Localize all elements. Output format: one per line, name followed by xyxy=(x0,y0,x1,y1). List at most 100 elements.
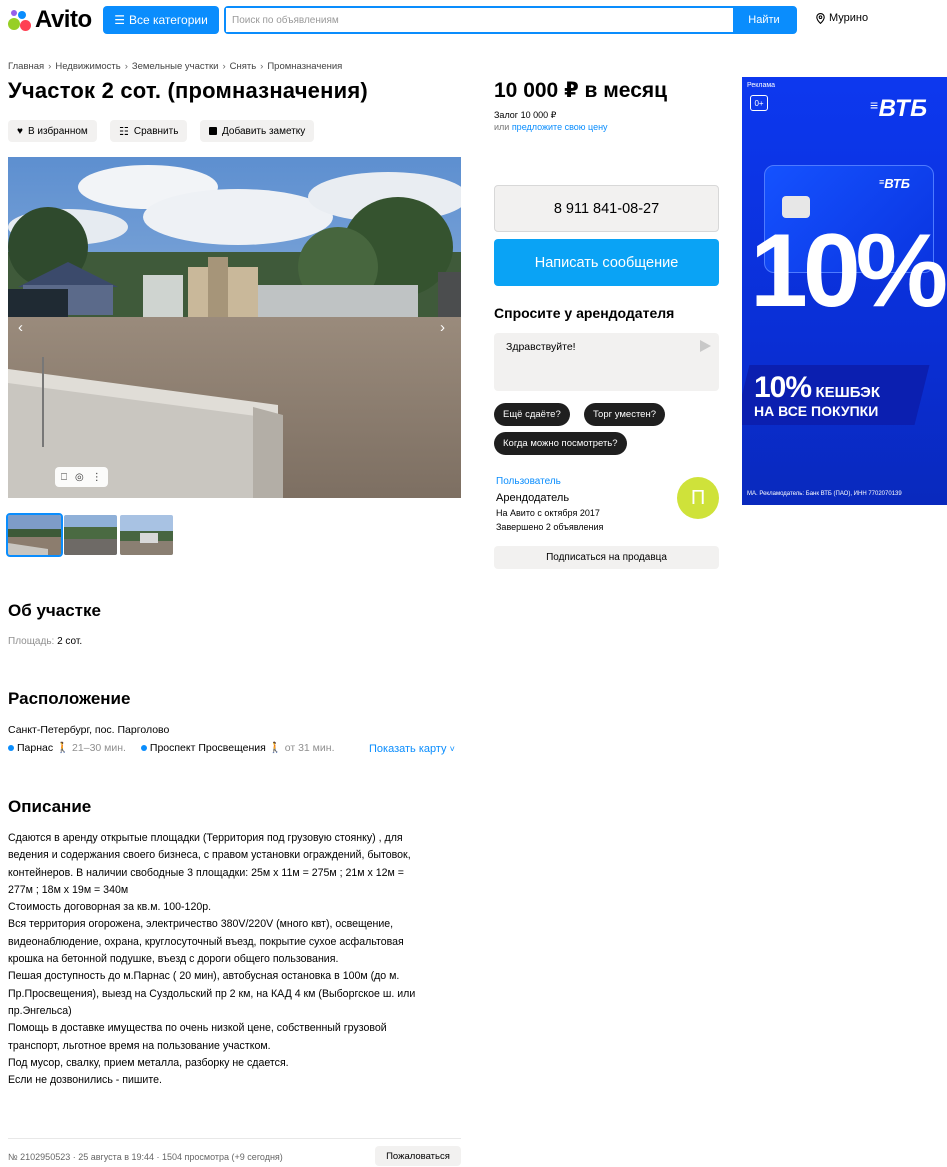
offer-row: или предложите свою цену xyxy=(494,122,608,132)
breadcrumb-item[interactable]: Снять xyxy=(230,61,257,72)
area-row: Площадь: 2 сот. xyxy=(8,636,82,647)
breadcrumb-item[interactable]: Промназначения xyxy=(267,61,342,72)
description-line: Помощь в доставке имущества по очень низ… xyxy=(8,1022,387,1035)
ad-banner[interactable]: Реклама 0+ ≡ВТБ ≡ВТБ 10% 10% КЕШБЭК НА В… xyxy=(742,77,947,505)
ad-brand-logo: ≡ВТБ xyxy=(870,95,928,123)
ad-big-percent: 10% xyxy=(750,213,947,329)
logo-text: Avito xyxy=(35,6,92,33)
breadcrumb: Главная › Недвижимость › Земельные участ… xyxy=(8,61,342,72)
metro-time: 21–30 мин. xyxy=(72,742,126,754)
metro-station: Проспект Просвещения xyxy=(149,742,266,754)
seller-since: На Авито с октября 2017 xyxy=(496,508,600,518)
offer-prefix: или xyxy=(494,122,512,132)
compare-label: Сравнить xyxy=(133,125,179,137)
seller-name-link[interactable]: Пользователь xyxy=(496,476,561,487)
show-map-link[interactable]: Показать карту ˅ xyxy=(369,743,455,755)
deposit: Залог 10 000 ₽ xyxy=(494,110,557,120)
ask-seller-box xyxy=(494,333,719,391)
photo-thumbnail[interactable] xyxy=(64,515,117,555)
ad-disclaimer: МА. Рекламодатель: Банк ВТБ (ПАО), ИНН 7… xyxy=(747,491,902,497)
camera-icon[interactable]: ◎ xyxy=(75,472,84,483)
quick-question-chip[interactable]: Когда можно посмотреть? xyxy=(494,432,627,455)
all-categories-button[interactable]: ☰ Все категории xyxy=(103,6,219,34)
ask-seller-heading: Спросите у арендодателя xyxy=(494,305,675,321)
heart-icon: ♥ xyxy=(17,125,23,137)
breadcrumb-separator: › xyxy=(260,61,264,72)
location-pin-icon xyxy=(816,12,825,24)
description-line: Под мусор, свалку, прием металла, разбор… xyxy=(8,1056,289,1069)
note-icon xyxy=(209,127,217,135)
description-text: Сдаются в аренду открытые площадки (Терр… xyxy=(8,830,468,1089)
ad-cashback-text: 10% КЕШБЭК НА ВСЕ ПОКУПКИ xyxy=(754,371,880,419)
photo-toolbar: ⎕ ◎ ⋮ xyxy=(55,467,108,487)
seller-completed-ads: Завершено 2 объявления xyxy=(496,522,604,532)
offer-price-link[interactable]: предложите свою цену xyxy=(512,122,608,132)
quick-question-chip[interactable]: Ещё сдаёте? xyxy=(494,403,570,426)
description-line: транспорт, льготное время на пользование… xyxy=(8,1039,271,1052)
search-input[interactable] xyxy=(226,8,733,32)
location-heading: Расположение xyxy=(8,689,131,708)
breadcrumb-item[interactable]: Недвижимость xyxy=(55,61,120,72)
price: 10 000 ₽ в месяц xyxy=(494,79,668,102)
metro-item: Проспект Просвещения 🚶 от 31 мин. xyxy=(140,742,334,754)
photo-thumbnail[interactable] xyxy=(120,515,173,555)
favorite-button[interactable]: ♥ В избранном xyxy=(8,120,97,142)
description-line: контейнеров. В наличии свободные 3 площа… xyxy=(8,866,404,879)
metro-line-icon xyxy=(140,745,147,752)
report-button[interactable]: Пожаловаться xyxy=(375,1146,461,1166)
subscribe-button[interactable]: Подписаться на продавца xyxy=(494,546,719,569)
ad-card-logo: ≡ВТБ xyxy=(879,176,910,191)
description-line: Стоимость договорная за кв.м. 100-120р. xyxy=(8,901,212,914)
photo-prev-button[interactable]: ‹ xyxy=(18,319,23,336)
description-line: ведения и содержания своего бизнеса, с п… xyxy=(8,849,411,862)
bookmark-icon[interactable]: ⎕ xyxy=(61,472,67,483)
description-heading: Описание xyxy=(8,797,92,816)
ad-card-brand: ВТБ xyxy=(884,176,910,191)
area-value: 2 сот. xyxy=(57,636,83,647)
ad-cashback-line2: НА ВСЕ ПОКУПКИ xyxy=(754,403,879,419)
seller-role: Арендодатель xyxy=(496,492,570,504)
description-line: Если не дозвонились - пишите. xyxy=(8,1074,162,1087)
footer-divider xyxy=(8,1138,461,1139)
search-button[interactable]: Найти xyxy=(733,8,795,32)
breadcrumb-item[interactable]: Главная xyxy=(8,61,44,72)
location-selector[interactable]: Мурино xyxy=(816,12,868,24)
walk-icon: 🚶 xyxy=(56,742,70,754)
photo-next-button[interactable]: › xyxy=(440,319,445,336)
metro-line-icon xyxy=(8,745,14,752)
compare-button[interactable]: ☷ Сравнить xyxy=(110,120,188,142)
ad-cashback-percent: 10% xyxy=(754,371,812,404)
avatar[interactable]: П xyxy=(677,477,719,519)
about-heading: Об участке xyxy=(8,601,101,620)
quick-question-chip[interactable]: Торг уместен? xyxy=(584,403,665,426)
area-label: Площадь: xyxy=(8,636,55,647)
metro-station: Парнас xyxy=(17,742,54,754)
page-title: Участок 2 сот. (промназначения) xyxy=(8,78,368,103)
description-line: пр.Энгельса) xyxy=(8,1004,72,1017)
breadcrumb-separator: › xyxy=(48,61,52,72)
listing-meta: № 2102950523 · 25 августа в 19:44 · 1504… xyxy=(8,1152,283,1162)
search-bar: Найти xyxy=(224,6,797,34)
main-photo[interactable]: ‹ › ⎕ ◎ ⋮ xyxy=(8,157,461,498)
description-line: видеонаблюдение, охрана, круглосуточный … xyxy=(8,935,404,948)
send-icon[interactable] xyxy=(700,340,711,352)
show-phone-button[interactable]: 8 911 841-08-27 xyxy=(494,185,719,232)
photo-thumbnail[interactable] xyxy=(6,513,63,557)
add-note-button[interactable]: Добавить заметку xyxy=(200,120,315,142)
ask-seller-input[interactable] xyxy=(506,341,686,353)
location-label: Мурино xyxy=(829,12,869,24)
walk-icon: 🚶 xyxy=(268,742,282,754)
breadcrumb-item[interactable]: Земельные участки xyxy=(132,61,219,72)
metro-item: Парнас 🚶 21–30 мин. xyxy=(8,742,129,754)
avito-logo[interactable]: Avito xyxy=(8,6,92,34)
show-map-label: Показать карту xyxy=(369,743,447,755)
logo-dots-icon xyxy=(8,9,32,31)
more-icon[interactable]: ⋮ xyxy=(92,472,102,483)
write-message-button[interactable]: Написать сообщение xyxy=(494,239,719,286)
description-line: крошка на бетонной подушке, въезд с доро… xyxy=(8,953,339,966)
ad-age-rating: 0+ xyxy=(750,95,768,111)
chevron-down-icon: ˅ xyxy=(449,744,455,754)
description-line: 277м ; 18м х 19м = 340м xyxy=(8,883,129,896)
ad-brand-text: ВТБ xyxy=(878,95,928,122)
description-line: Вся территория огорожена, электричество … xyxy=(8,918,394,931)
